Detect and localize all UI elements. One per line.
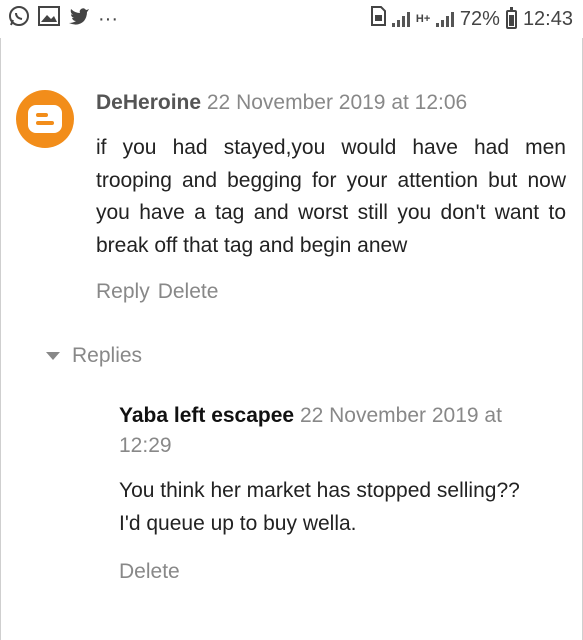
image-icon (38, 6, 60, 32)
delete-link[interactable]: Delete (158, 280, 219, 304)
network-type-label: H+ (415, 13, 431, 25)
reply-author[interactable]: Yaba left escapee (119, 404, 294, 427)
comment-meta: DeHeroine 22 November 2019 at 12:06 (96, 88, 566, 118)
sim-card-icon (370, 6, 386, 32)
notification-icons: ··· (0, 5, 118, 33)
signal-strength-icon (391, 11, 410, 27)
status-bar: ··· H+ 72% 12:43 (0, 0, 583, 38)
battery-percent: 72% (459, 7, 500, 30)
battery-icon (505, 6, 517, 29)
replies-toggle-label: Replies (72, 344, 143, 367)
replies-toggle[interactable]: Replies (46, 344, 142, 368)
blogger-logo-mark (28, 105, 62, 133)
comment-actions: Reply Delete (96, 280, 566, 304)
twitter-icon (68, 7, 90, 31)
delete-link[interactable]: Delete (119, 560, 180, 584)
comment-author[interactable]: DeHeroine (96, 91, 201, 114)
comment: DeHeroine 22 November 2019 at 12:06 if y… (96, 88, 566, 304)
reply-text-line: You think her market has stopped selling… (119, 479, 520, 502)
reply: Yaba left escapee 22 November 2019 at 12… (119, 401, 541, 584)
reply-actions: Delete (119, 560, 541, 584)
comment-date[interactable]: 22 November 2019 at 12:06 (207, 91, 467, 114)
comment-text: if you had stayed,you would have had men… (96, 136, 566, 257)
reply-meta: Yaba left escapee 22 November 2019 at 12… (119, 401, 541, 461)
signal-strength-icon-2 (435, 11, 454, 27)
whatsapp-icon (8, 5, 30, 33)
reply-link[interactable]: Reply (96, 280, 150, 304)
reply-text: You think her market has stopped selling… (119, 475, 541, 540)
reply-text-line: I'd queue up to buy wella. (119, 511, 357, 535)
caret-down-icon (46, 352, 60, 360)
system-icons: H+ 72% 12:43 (370, 6, 583, 32)
blogger-icon[interactable] (16, 90, 74, 148)
clock: 12:43 (522, 7, 573, 30)
more-notifications-indicator: ··· (98, 7, 118, 30)
